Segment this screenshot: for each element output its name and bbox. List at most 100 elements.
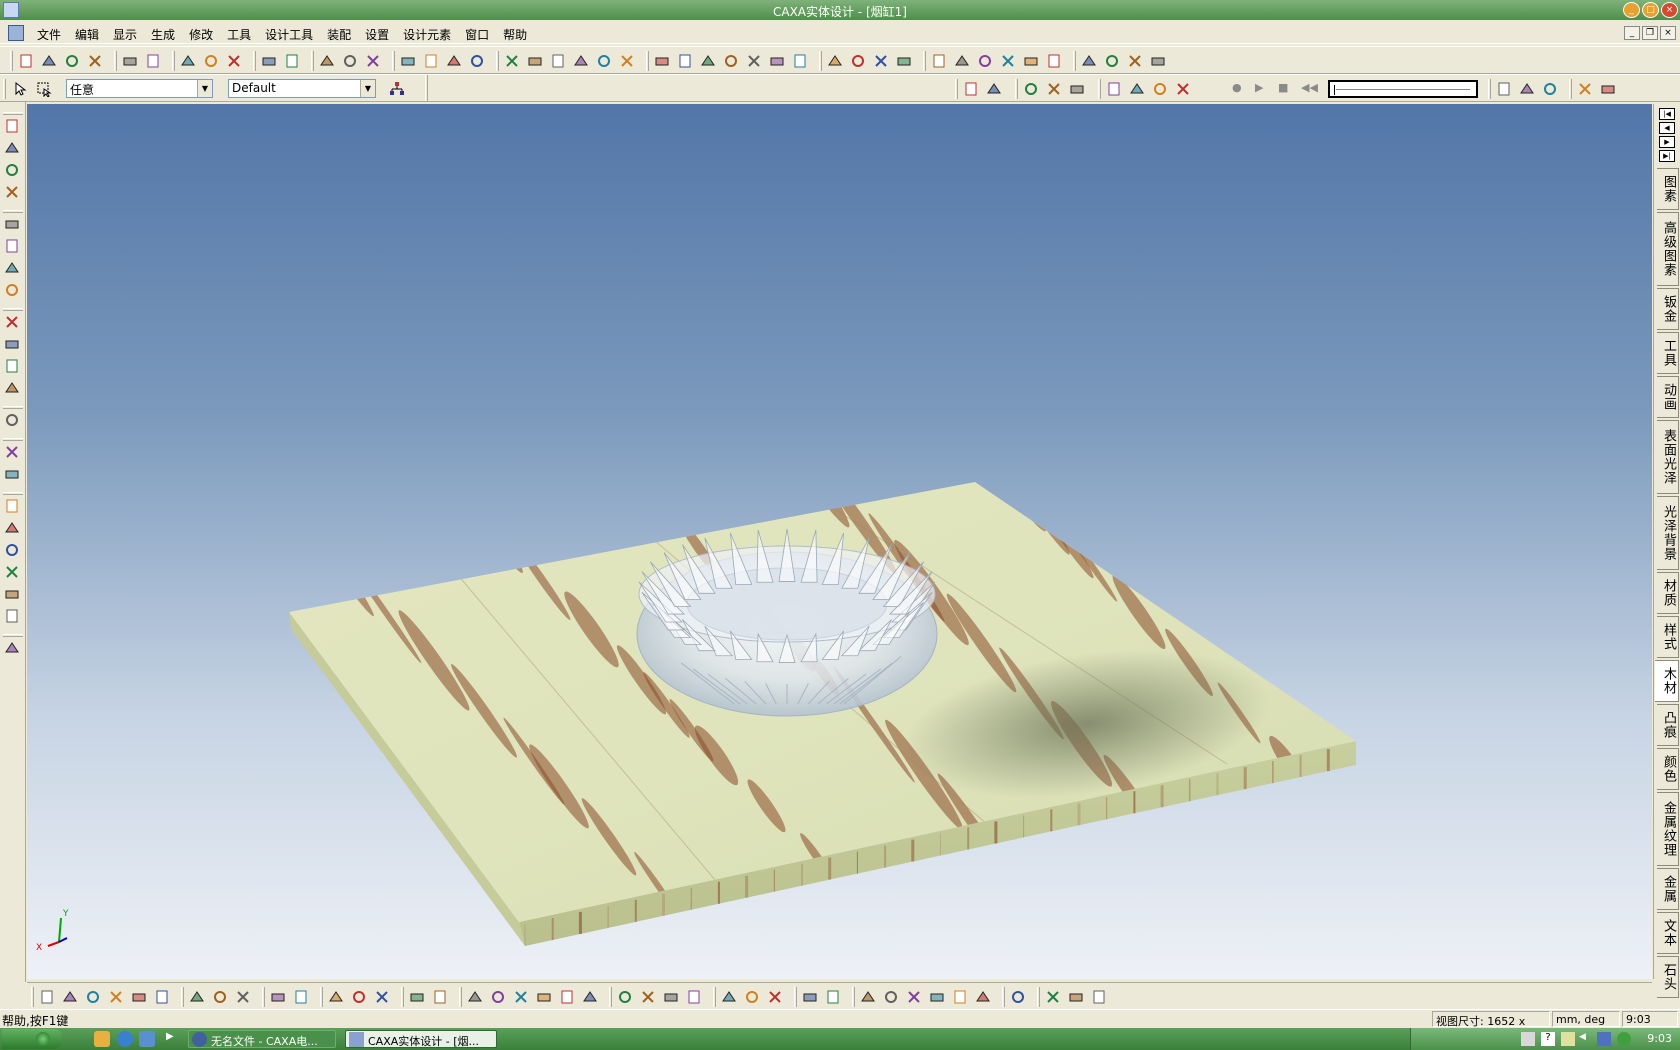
chevron-right-icon[interactable]: ▶ xyxy=(166,1031,174,1042)
tree-structure-icon[interactable] xyxy=(389,81,405,97)
tab-16[interactable]: 石头 xyxy=(1657,956,1679,998)
sketch-tool-icon[interactable] xyxy=(374,989,390,1005)
view-tool-icon[interactable] xyxy=(1023,81,1039,97)
view-tool-icon[interactable] xyxy=(1069,81,1085,97)
chevron-down-icon[interactable]: ▼ xyxy=(197,80,212,97)
sketch-tool-icon[interactable] xyxy=(1068,989,1084,1005)
tab-14[interactable]: 金属 xyxy=(1657,868,1679,910)
toolbar-grip[interactable] xyxy=(3,79,6,99)
tab-7[interactable]: 光泽背景 xyxy=(1657,496,1679,570)
toolbar-tool-icon[interactable] xyxy=(769,53,785,69)
sketch-tool-icon[interactable] xyxy=(663,989,679,1005)
toolbar-tool-icon[interactable] xyxy=(64,53,80,69)
tab-12[interactable]: 颜色 xyxy=(1657,748,1679,790)
toolbar-tool-icon[interactable] xyxy=(1023,53,1039,69)
left-tool-icon[interactable] xyxy=(4,498,20,514)
sketch-tool-icon[interactable] xyxy=(467,989,483,1005)
toolbar-tool-icon[interactable] xyxy=(619,53,635,69)
left-tool-icon[interactable] xyxy=(4,184,20,200)
menu-item[interactable]: 设计工具 xyxy=(258,26,320,43)
toolbar-tool-icon[interactable] xyxy=(1104,53,1120,69)
sketch-tool-icon[interactable] xyxy=(1045,989,1061,1005)
toolbar-tool-icon[interactable] xyxy=(723,53,739,69)
chevron-down-icon[interactable]: ▼ xyxy=(360,80,375,97)
menu-item[interactable]: 装配 xyxy=(320,26,358,43)
menu-item[interactable]: 设计元素 xyxy=(396,26,458,43)
left-tool-icon[interactable] xyxy=(4,608,20,624)
sketch-tool-icon[interactable] xyxy=(860,989,876,1005)
tab-5[interactable]: 动画 xyxy=(1657,376,1679,418)
toolbar-tool-icon[interactable] xyxy=(504,53,520,69)
rewind-icon[interactable]: ◀◀ xyxy=(1301,81,1318,94)
animation-tool-icon[interactable] xyxy=(1600,81,1616,97)
toolbar-tool-icon[interactable] xyxy=(931,53,947,69)
menu-item[interactable]: 窗口 xyxy=(458,26,496,43)
sketch-tool-icon[interactable] xyxy=(235,989,251,1005)
toolbar-tool-icon[interactable] xyxy=(261,53,277,69)
sketch-tool-icon[interactable] xyxy=(62,989,78,1005)
toolbar-tool-icon[interactable] xyxy=(654,53,670,69)
sketch-tool-icon[interactable] xyxy=(108,989,124,1005)
sketch-tool-icon[interactable] xyxy=(883,989,899,1005)
menu-item[interactable]: 修改 xyxy=(182,26,220,43)
left-tool-icon[interactable] xyxy=(4,444,20,460)
toolbar-tool-icon[interactable] xyxy=(873,53,889,69)
sketch-tool-icon[interactable] xyxy=(802,989,818,1005)
sketch-tool-icon[interactable] xyxy=(270,989,286,1005)
tray-icon-3[interactable] xyxy=(1561,1032,1575,1046)
toolbar-tool-icon[interactable] xyxy=(700,53,716,69)
sketch-tool-icon[interactable] xyxy=(767,989,783,1005)
mdi-close-button[interactable]: × xyxy=(1660,26,1676,40)
left-tool-icon[interactable] xyxy=(4,140,20,156)
quicklaunch-icon-3[interactable] xyxy=(139,1031,155,1047)
toolbar-tool-icon[interactable] xyxy=(573,53,589,69)
menu-item[interactable]: 工具 xyxy=(220,26,258,43)
sketch-tool-icon[interactable] xyxy=(293,989,309,1005)
sketch-tool-icon[interactable] xyxy=(929,989,945,1005)
toolbar-tool-icon[interactable] xyxy=(527,53,543,69)
toolbar-tool-icon[interactable] xyxy=(365,53,381,69)
toolbar-tool-icon[interactable] xyxy=(1000,53,1016,69)
toolbar-tool-icon[interactable] xyxy=(319,53,335,69)
left-tool-icon[interactable] xyxy=(4,358,20,374)
last-tab-arrow-icon[interactable]: ▶| xyxy=(1659,150,1675,162)
toolbar-tool-icon[interactable] xyxy=(423,53,439,69)
3d-viewport[interactable]: Y X xyxy=(27,104,1652,979)
view-tool-icon[interactable] xyxy=(1129,81,1145,97)
sketch-tool-icon[interactable] xyxy=(744,989,760,1005)
menu-item[interactable]: 显示 xyxy=(106,26,144,43)
toolbar-tool-icon[interactable] xyxy=(792,53,808,69)
left-tool-icon[interactable] xyxy=(4,412,20,428)
view-tool-icon[interactable] xyxy=(986,81,1002,97)
tab-10[interactable]: 木材 xyxy=(1655,660,1679,702)
menu-item[interactable]: 帮助 xyxy=(496,26,534,43)
sketch-tool-icon[interactable] xyxy=(975,989,991,1005)
tab-1[interactable]: 图素 xyxy=(1657,168,1679,210)
toolbar-tool-icon[interactable] xyxy=(746,53,762,69)
select-box-icon[interactable] xyxy=(36,81,52,97)
prev-tab-arrow-icon[interactable]: ◀ xyxy=(1659,122,1675,134)
selection-filter-combo[interactable]: 任意 ▼ xyxy=(66,79,213,98)
toolbar-tool-icon[interactable] xyxy=(122,53,138,69)
animation-tool-icon[interactable] xyxy=(1496,81,1512,97)
sketch-tool-icon[interactable] xyxy=(582,989,598,1005)
internet-explorer-icon[interactable] xyxy=(117,1031,133,1047)
toolbar-tool-icon[interactable] xyxy=(145,53,161,69)
animation-tool-icon[interactable] xyxy=(1577,81,1593,97)
toolbar-tool-icon[interactable] xyxy=(87,53,103,69)
first-tab-arrow-icon[interactable]: |◀ xyxy=(1659,108,1675,120)
animation-tool-icon[interactable] xyxy=(1542,81,1558,97)
sketch-tool-icon[interactable] xyxy=(432,989,448,1005)
sketch-tool-icon[interactable] xyxy=(906,989,922,1005)
toolbar-tool-icon[interactable] xyxy=(1081,53,1097,69)
tab-2[interactable]: 高级图素 xyxy=(1657,212,1679,286)
tab-15[interactable]: 文本 xyxy=(1657,912,1679,954)
tab-9[interactable]: 样式 xyxy=(1657,616,1679,658)
left-tool-icon[interactable] xyxy=(4,282,20,298)
sketch-tool-icon[interactable] xyxy=(1091,989,1107,1005)
sketch-tool-icon[interactable] xyxy=(536,989,552,1005)
next-tab-arrow-icon[interactable]: ▶ xyxy=(1659,136,1675,148)
toolbar-tool-icon[interactable] xyxy=(1127,53,1143,69)
view-tool-icon[interactable] xyxy=(963,81,979,97)
taskbar-item-caxa-solid[interactable]: CAXA实体设计 - [烟... xyxy=(345,1030,497,1048)
